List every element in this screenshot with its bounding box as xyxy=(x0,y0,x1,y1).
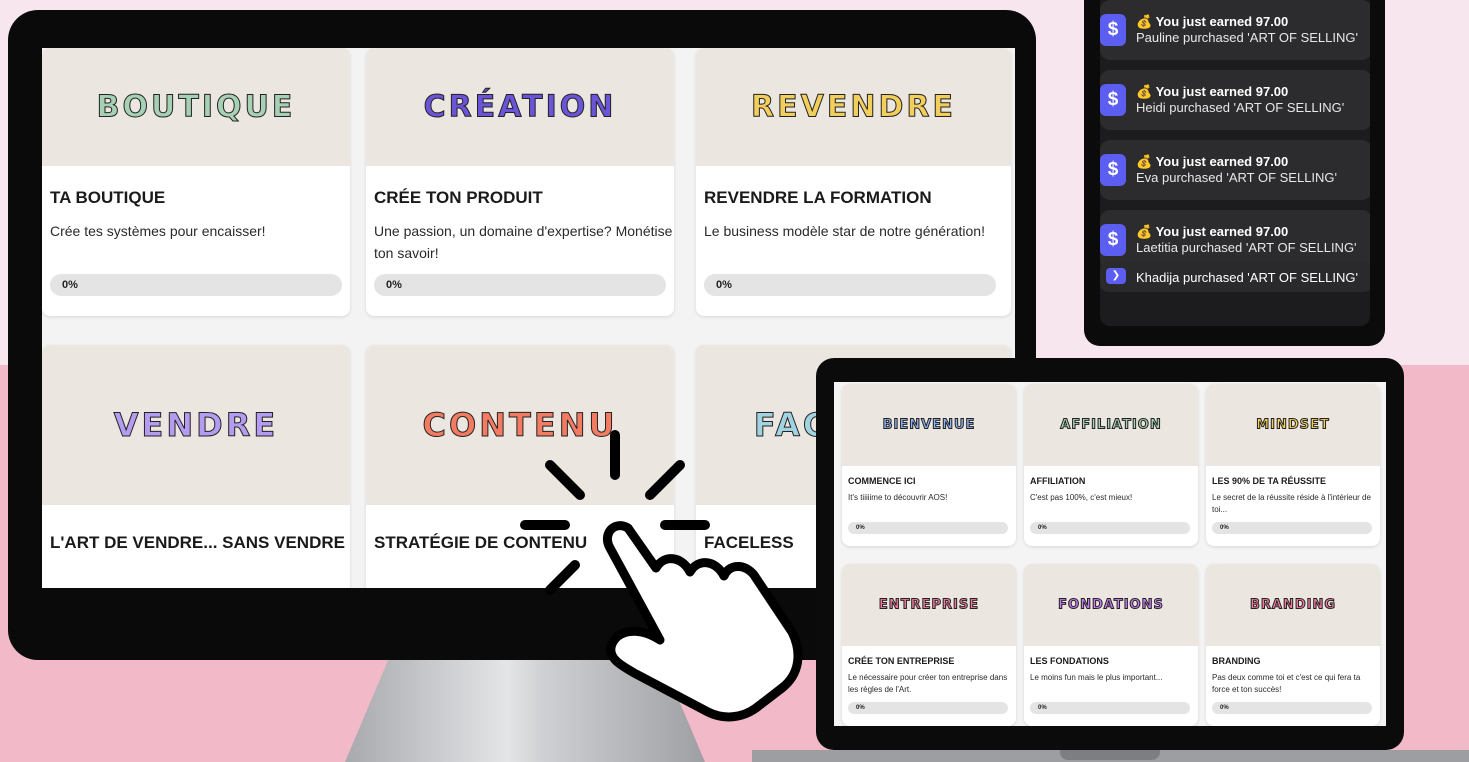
course-title: TA BOUTIQUE xyxy=(50,188,166,207)
course-thumbnail: BIENVENUE xyxy=(842,384,1016,466)
course-card-mindset[interactable]: MINDSET LES 90% DE TA RÉUSSITE Le secret… xyxy=(1206,384,1380,546)
stacked-notification[interactable]: ❯ Khadija purchased 'ART OF SELLING' xyxy=(1100,262,1370,292)
phone-device: $ 💰 You just earned 97.00 Pauline purcha… xyxy=(1084,0,1385,346)
thumbnail-title: CRÉATION xyxy=(423,89,617,125)
course-thumbnail: BOUTIQUE xyxy=(42,48,350,166)
thumbnail-title: AFFILIATION xyxy=(1060,417,1162,433)
progress-bar: 0% xyxy=(1212,702,1372,714)
course-thumbnail: BRANDING xyxy=(1206,564,1380,646)
thumbnail-title: BIENVENUE xyxy=(882,417,976,433)
payment-notification[interactable]: $ 💰 You just earned 97.00 Eva purchased … xyxy=(1100,140,1370,200)
laptop-notch xyxy=(1060,750,1160,760)
notification-earned: 💰 You just earned 97.00 xyxy=(1136,84,1289,99)
course-card-vendre[interactable]: VENDRE L'ART DE VENDRE... SANS VENDRE xyxy=(42,345,350,588)
notification-buyer: Eva purchased 'ART OF SELLING' xyxy=(1136,170,1338,185)
progress-bar: 0% xyxy=(1030,522,1190,534)
course-thumbnail: MINDSET xyxy=(1206,384,1380,466)
payment-notification[interactable]: $ 💰 You just earned 97.00 Heidi purchase… xyxy=(1100,70,1370,130)
thumbnail-title: FONDATIONS xyxy=(1058,597,1164,613)
notification-buyer: Pauline purchased 'ART OF SELLING' xyxy=(1136,30,1358,45)
course-thumbnail: AFFILIATION xyxy=(1024,384,1198,466)
dollar-icon: $ xyxy=(1100,84,1126,116)
course-card-creation[interactable]: CRÉATION CRÉE TON PRODUIT Une passion, u… xyxy=(366,48,674,316)
thumbnail-title: ENTREPRISE xyxy=(878,597,980,613)
course-title: CRÉE TON ENTREPRISE xyxy=(848,656,955,666)
course-card-commence-ici[interactable]: BIENVENUE COMMENCE ICI It's tiiiiime to … xyxy=(842,384,1016,546)
progress-bar: 0% xyxy=(1030,702,1190,714)
laptop-screen: BIENVENUE COMMENCE ICI It's tiiiiime to … xyxy=(834,382,1386,726)
pointing-hand-icon xyxy=(520,430,803,722)
laptop-device: BIENVENUE COMMENCE ICI It's tiiiiime to … xyxy=(816,358,1404,750)
course-title: LES FONDATIONS xyxy=(1030,656,1109,666)
course-card-branding[interactable]: BRANDING BRANDING Pas deux comme toi et … xyxy=(1206,564,1380,726)
payment-notification[interactable]: $ 💰 You just earned 97.00 Pauline purcha… xyxy=(1100,0,1370,60)
course-description: Le nécessaire pour créer ton entreprise … xyxy=(848,673,1008,694)
course-card-revendre[interactable]: REVENDRE REVENDRE LA FORMATION Le busine… xyxy=(696,48,1011,316)
course-card-affiliation[interactable]: AFFILIATION AFFILIATION C'est pas 100%, … xyxy=(1024,384,1198,546)
chevron-down-icon: ❯ xyxy=(1106,268,1126,284)
course-card-boutique[interactable]: BOUTIQUE TA BOUTIQUE Crée tes systèmes p… xyxy=(42,48,350,316)
payment-notification[interactable]: $ 💰 You just earned 97.00 Laetitia purch… xyxy=(1100,210,1370,270)
course-description: Pas deux comme toi et c'est ce qui fera … xyxy=(1212,673,1361,694)
course-description: C'est pas 100%, c'est mieux! xyxy=(1030,493,1133,502)
progress-bar: 0% xyxy=(848,702,1008,714)
thumbnail-title: MINDSET xyxy=(1256,417,1330,433)
course-title: LES 90% DE TA RÉUSSITE xyxy=(1212,476,1327,486)
progress-bar: 0% xyxy=(704,274,996,296)
course-description: Le secret de la réussite réside à l'inté… xyxy=(1212,493,1371,514)
course-thumbnail: CRÉATION xyxy=(366,48,674,166)
course-title: L'ART DE VENDRE... SANS VENDRE xyxy=(50,533,345,552)
progress-bar: 0% xyxy=(1212,522,1372,534)
course-description: Crée tes systèmes pour encaisser! xyxy=(50,223,266,239)
notification-buyer: Laetitia purchased 'ART OF SELLING' xyxy=(1136,240,1357,255)
course-thumbnail: VENDRE xyxy=(42,345,350,505)
phone-screen: $ 💰 You just earned 97.00 Pauline purcha… xyxy=(1100,0,1370,326)
thumbnail-title: REVENDRE xyxy=(751,89,956,125)
notification-earned: 💰 You just earned 97.00 xyxy=(1136,224,1289,239)
course-title: REVENDRE LA FORMATION xyxy=(704,188,932,207)
thumbnail-title: VENDRE xyxy=(113,406,279,445)
notification-buyer: Khadija purchased 'ART OF SELLING' xyxy=(1136,270,1358,285)
course-description: Le moins fun mais le plus important... xyxy=(1030,673,1163,682)
course-description: Une passion, un domaine d'expertise? Mon… xyxy=(374,223,673,261)
notification-earned: 💰 You just earned 97.00 xyxy=(1136,14,1289,29)
course-thumbnail: FONDATIONS xyxy=(1024,564,1198,646)
course-title: BRANDING xyxy=(1212,656,1261,666)
course-description: Le business modèle star de notre générat… xyxy=(704,223,985,239)
course-title: COMMENCE ICI xyxy=(848,476,916,486)
dollar-icon: $ xyxy=(1100,14,1126,46)
progress-bar: 0% xyxy=(374,274,666,296)
course-card-fondations[interactable]: FONDATIONS LES FONDATIONS Le moins fun m… xyxy=(1024,564,1198,726)
thumbnail-title: BRANDING xyxy=(1249,597,1337,613)
thumbnail-title: BOUTIQUE xyxy=(96,89,296,125)
course-thumbnail: ENTREPRISE xyxy=(842,564,1016,646)
notification-buyer: Heidi purchased 'ART OF SELLING' xyxy=(1136,100,1345,115)
course-title: AFFILIATION xyxy=(1030,476,1086,486)
course-title: CRÉE TON PRODUIT xyxy=(374,188,543,207)
course-thumbnail: REVENDRE xyxy=(696,48,1011,166)
dollar-icon: $ xyxy=(1100,224,1126,256)
course-card-entreprise[interactable]: ENTREPRISE CRÉE TON ENTREPRISE Le nécess… xyxy=(842,564,1016,726)
dollar-icon: $ xyxy=(1100,154,1126,186)
progress-bar: 0% xyxy=(50,274,342,296)
progress-bar: 0% xyxy=(848,522,1008,534)
course-description: It's tiiiiime to découvrir AOS! xyxy=(848,493,948,502)
notification-earned: 💰 You just earned 97.00 xyxy=(1136,154,1289,169)
